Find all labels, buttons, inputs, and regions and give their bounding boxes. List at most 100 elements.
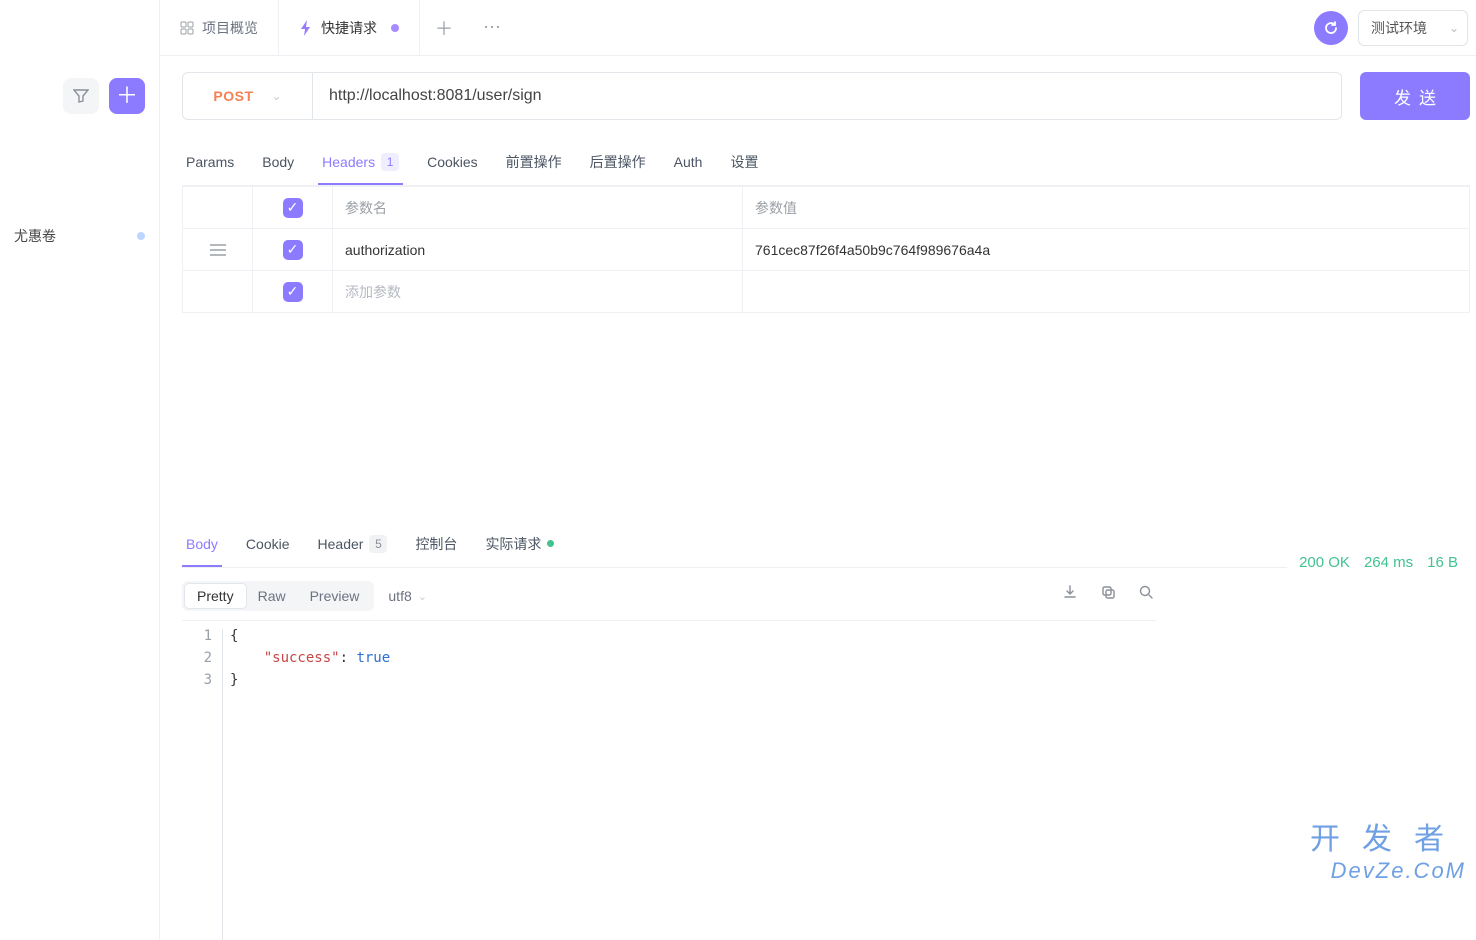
sidebar-item-youhuijuan[interactable]: 尤惠卷 bbox=[0, 220, 159, 252]
response-tabs: Body Cookie Header 5 控制台 实际请求 bbox=[182, 522, 1470, 568]
tab-quick-request[interactable]: 快捷请求 bbox=[278, 0, 420, 55]
environment-label: 测试环境 bbox=[1371, 18, 1427, 38]
checkbox-all[interactable]: ✓ bbox=[283, 198, 303, 218]
header-name-cell[interactable]: authorization bbox=[333, 229, 743, 270]
headers-table: ✓ 参数名 参数值 ✓ authorization 761cec87f26f4a… bbox=[182, 186, 1470, 313]
code-token: "success" bbox=[264, 650, 340, 666]
tab-label: Body bbox=[262, 154, 294, 170]
response-tools bbox=[1060, 582, 1156, 602]
left-sidebar: ＋ 尤惠卷 bbox=[0, 0, 160, 940]
resp-tab-console[interactable]: 控制台 bbox=[411, 522, 461, 567]
line-gutter: 1 2 3 bbox=[182, 621, 222, 940]
view-raw-button[interactable]: Raw bbox=[246, 584, 298, 608]
url-input[interactable] bbox=[313, 73, 1341, 119]
row-checkbox[interactable]: ✓ bbox=[283, 240, 303, 260]
send-button[interactable]: 发送 bbox=[1360, 72, 1470, 120]
resp-tab-body[interactable]: Body bbox=[182, 522, 222, 567]
fold-guide bbox=[222, 629, 223, 940]
more-icon: ⋯ bbox=[483, 17, 501, 38]
response-view-bar: Pretty Raw Preview utf8 ⌄ bbox=[182, 576, 1156, 616]
drag-handle[interactable] bbox=[183, 229, 253, 270]
sidebar-item-label: 尤惠卷 bbox=[14, 226, 56, 246]
search-button[interactable] bbox=[1136, 582, 1156, 602]
filter-icon bbox=[73, 88, 89, 104]
encoding-label: utf8 bbox=[388, 588, 411, 604]
copy-button[interactable] bbox=[1098, 582, 1118, 602]
add-param-input[interactable]: 添加参数 bbox=[333, 271, 743, 312]
code-token: { bbox=[230, 628, 238, 644]
watermark: 开发者 DevZe.CoM bbox=[1310, 814, 1466, 884]
resp-tab-actual[interactable]: 实际请求 bbox=[481, 522, 558, 567]
plus-icon: ＋ bbox=[435, 15, 453, 41]
code-body: { "success": true } bbox=[230, 625, 1156, 940]
download-icon bbox=[1062, 584, 1078, 600]
request-tabs: Params Body Headers 1 Cookies 前置操作 后置操作 … bbox=[182, 140, 1470, 186]
view-preview-button[interactable]: Preview bbox=[298, 584, 372, 608]
code-token: } bbox=[230, 672, 238, 688]
line-number: 3 bbox=[182, 669, 212, 691]
line-number: 2 bbox=[182, 647, 212, 669]
response-code-view[interactable]: 1 2 3 { "success": true } bbox=[182, 620, 1156, 940]
tab-body[interactable]: Body bbox=[258, 140, 298, 185]
tabs-strip: 项目概览 快捷请求 ＋ ⋯ 测试环境 ⌄ bbox=[160, 0, 1476, 56]
filter-button[interactable] bbox=[63, 78, 99, 114]
tab-auth[interactable]: Auth bbox=[670, 140, 707, 185]
tab-headers[interactable]: Headers 1 bbox=[318, 140, 403, 185]
environment-select[interactable]: 测试环境 ⌄ bbox=[1358, 10, 1468, 46]
tab-label: Body bbox=[186, 536, 218, 552]
chevron-down-icon: ⌄ bbox=[272, 89, 282, 103]
column-header-name: 参数名 bbox=[333, 187, 743, 228]
tab-label: 设置 bbox=[730, 152, 758, 172]
tab-post-script[interactable]: 后置操作 bbox=[586, 140, 650, 185]
tab-add-button[interactable]: ＋ bbox=[420, 0, 468, 55]
tab-label: 项目概览 bbox=[202, 18, 258, 38]
status-code: 200 OK bbox=[1299, 554, 1350, 571]
tab-pre-script[interactable]: 前置操作 bbox=[502, 140, 566, 185]
count-badge: 5 bbox=[369, 535, 387, 553]
tab-label: Auth bbox=[674, 154, 703, 170]
resp-tab-header[interactable]: Header 5 bbox=[314, 522, 392, 567]
header-value-cell[interactable]: 761cec87f26f4a50b9c764f989676a4a bbox=[743, 229, 1469, 270]
encoding-select[interactable]: utf8 ⌄ bbox=[388, 588, 427, 604]
chevron-down-icon: ⌄ bbox=[418, 590, 427, 603]
view-pretty-button[interactable]: Pretty bbox=[185, 584, 246, 608]
status-dot-icon bbox=[137, 232, 145, 240]
plus-icon: ＋ bbox=[116, 85, 138, 107]
indicator-dot-icon bbox=[547, 540, 554, 547]
grid-icon bbox=[180, 21, 194, 35]
refresh-button[interactable] bbox=[1314, 11, 1348, 45]
tab-label: 实际请求 bbox=[485, 534, 541, 554]
tab-overview[interactable]: 项目概览 bbox=[160, 0, 278, 55]
http-method-label: POST bbox=[213, 88, 253, 104]
code-token: true bbox=[356, 650, 390, 666]
bolt-icon bbox=[299, 20, 313, 36]
tab-label: 快捷请求 bbox=[321, 18, 377, 38]
table-row-add: ✓ 添加参数 bbox=[183, 270, 1469, 312]
line-number: 1 bbox=[182, 625, 212, 647]
http-method-select[interactable]: POST ⌄ bbox=[183, 73, 313, 119]
column-header-value: 参数值 bbox=[743, 187, 1469, 228]
status-size: 16 B bbox=[1427, 554, 1458, 571]
tab-params[interactable]: Params bbox=[182, 140, 238, 185]
row-checkbox[interactable]: ✓ bbox=[283, 282, 303, 302]
refresh-icon bbox=[1323, 20, 1339, 36]
tab-more-button[interactable]: ⋯ bbox=[468, 0, 516, 55]
download-button[interactable] bbox=[1060, 582, 1080, 602]
watermark-text: 开发者 bbox=[1310, 814, 1466, 858]
unsaved-dot-icon bbox=[391, 24, 399, 32]
tab-label: 控制台 bbox=[415, 534, 457, 554]
send-button-label: 发送 bbox=[1394, 84, 1444, 109]
tab-cookies[interactable]: Cookies bbox=[423, 140, 482, 185]
tab-label: 后置操作 bbox=[590, 152, 646, 172]
request-bar: POST ⌄ 发送 bbox=[182, 72, 1470, 120]
table-row: ✓ authorization 761cec87f26f4a50b9c764f9… bbox=[183, 228, 1469, 270]
resp-tab-cookie[interactable]: Cookie bbox=[242, 522, 294, 567]
response-status: 200 OK 264 ms 16 B bbox=[1287, 546, 1470, 578]
view-mode-segment: Pretty Raw Preview bbox=[182, 581, 374, 611]
copy-icon bbox=[1100, 584, 1116, 600]
tab-label: Cookie bbox=[246, 536, 290, 552]
chevron-down-icon: ⌄ bbox=[1449, 21, 1459, 35]
add-button[interactable]: ＋ bbox=[109, 78, 145, 114]
tab-label: Headers bbox=[322, 154, 375, 170]
tab-settings[interactable]: 设置 bbox=[726, 140, 762, 185]
